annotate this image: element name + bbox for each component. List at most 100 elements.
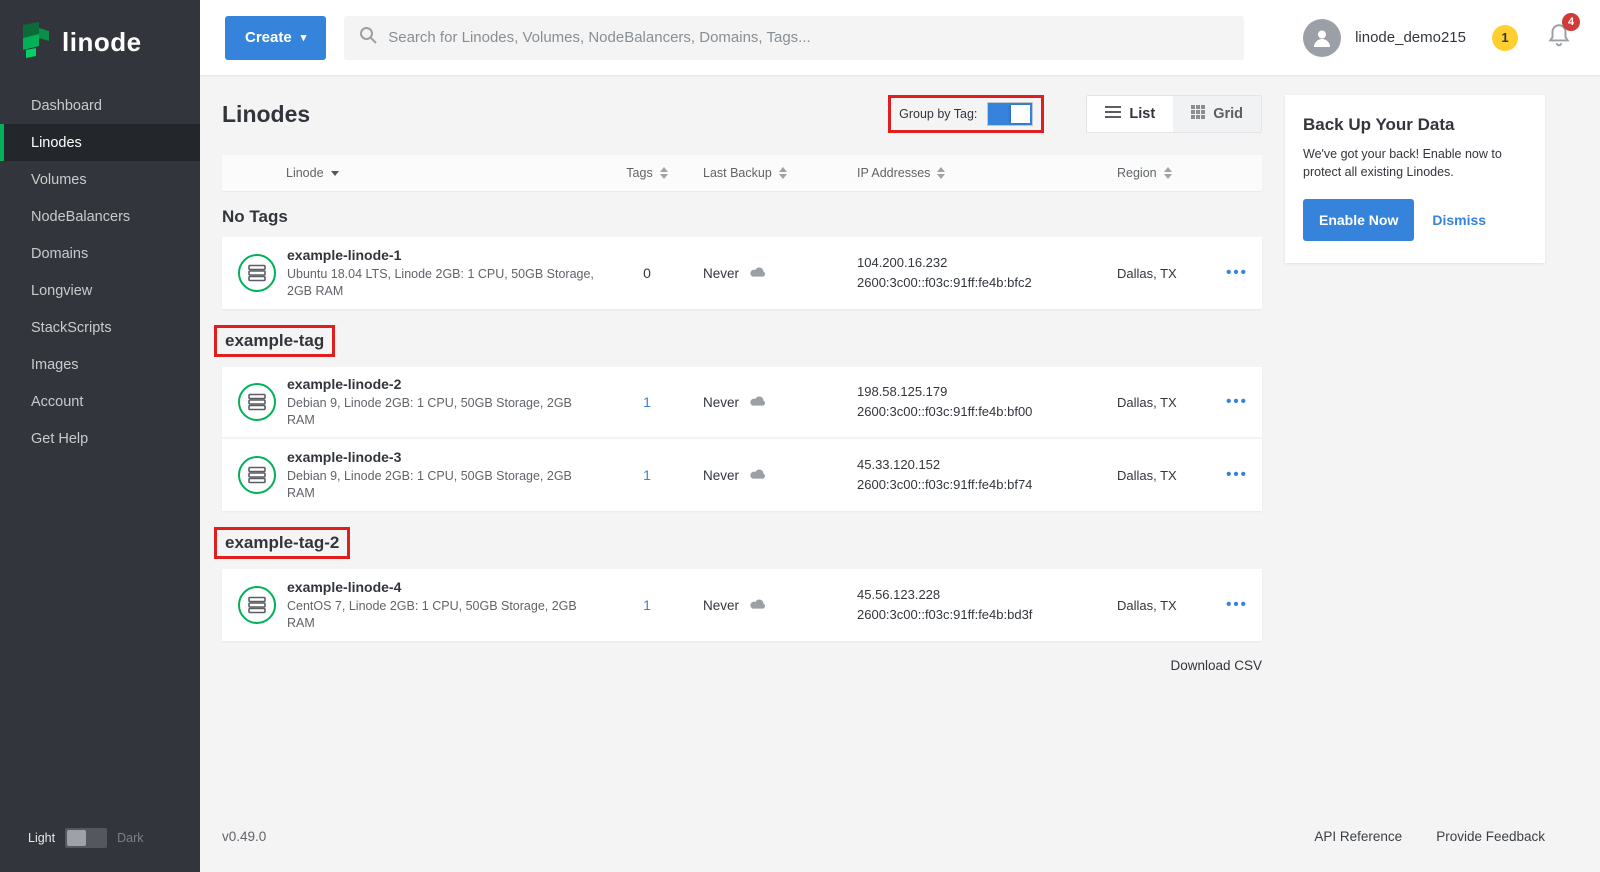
row-actions-menu-button[interactable]: •••: [1226, 596, 1248, 613]
app-version: v0.49.0: [222, 829, 266, 844]
list-icon: [1105, 105, 1121, 123]
backup-cloud-icon: [748, 394, 768, 411]
sidebar-item-linodes[interactable]: Linodes: [0, 124, 200, 161]
search-input[interactable]: [388, 29, 1230, 46]
column-header-last-backup[interactable]: Last Backup: [677, 166, 857, 180]
row-actions-menu-button[interactable]: •••: [1226, 393, 1248, 410]
ipv6-address: 2600:3c00::f03c:91ff:fe4b:bf00: [857, 402, 1117, 422]
row-actions-menu-button[interactable]: •••: [1226, 466, 1248, 483]
grid-view-label: Grid: [1213, 106, 1243, 122]
backup-card-title: Back Up Your Data: [1303, 115, 1527, 135]
table-row[interactable]: example-linode-2 Debian 9, Linode 2GB: 1…: [222, 367, 1262, 439]
ipv4-address: 198.58.125.179: [857, 382, 1117, 402]
theme-toggle-switch[interactable]: [65, 828, 107, 848]
grid-view-button[interactable]: Grid: [1173, 96, 1261, 132]
tag-group-no-tags: No Tags example-linode-1 Ubuntu 18.04 LT…: [222, 191, 1262, 309]
linode-name-link[interactable]: example-linode-3: [287, 449, 602, 465]
ticket-badge[interactable]: 1: [1492, 25, 1518, 51]
linode-specs: Debian 9, Linode 2GB: 1 CPU, 50GB Storag…: [287, 395, 602, 429]
notifications-bell[interactable]: 4: [1546, 22, 1572, 53]
sidebar-item-label: Volumes: [31, 172, 87, 188]
sidebar-item-label: NodeBalancers: [31, 209, 130, 225]
topbar: Create ▾ linode_demo215 1 4: [200, 0, 1600, 75]
view-toggle: List Grid: [1086, 95, 1262, 133]
linode-entity-icon: [238, 254, 276, 292]
last-backup-value: Never: [703, 598, 739, 613]
logo-wordmark: linode: [62, 27, 142, 58]
api-reference-link[interactable]: API Reference: [1314, 829, 1402, 844]
region: Dallas, TX: [1117, 395, 1212, 410]
column-header-ip-addresses[interactable]: IP Addresses: [857, 166, 1117, 180]
grid-icon: [1191, 105, 1205, 123]
linode-specs: Ubuntu 18.04 LTS, Linode 2GB: 1 CPU, 50G…: [287, 266, 602, 300]
sidebar-item-volumes[interactable]: Volumes: [0, 161, 200, 198]
user-cluster: linode_demo215 1 4: [1303, 19, 1600, 57]
linode-name-link[interactable]: example-linode-1: [287, 247, 602, 263]
tags-count-link[interactable]: 1: [643, 394, 651, 410]
backup-card-body: We've got your back! Enable now to prote…: [1303, 145, 1527, 181]
linode-name-link[interactable]: example-linode-2: [287, 376, 602, 392]
linode-entity-icon: [238, 586, 276, 624]
sidebar-item-stackscripts[interactable]: StackScripts: [0, 309, 200, 346]
group-by-tag-toggle[interactable]: [987, 102, 1033, 126]
linode-name-link[interactable]: example-linode-4: [287, 579, 602, 595]
column-header-label: Linode: [286, 166, 324, 180]
dismiss-backups-button[interactable]: Dismiss: [1432, 212, 1486, 228]
tags-count: 0: [643, 265, 651, 281]
column-header-tags[interactable]: Tags: [617, 166, 677, 180]
linode-logo-icon: [20, 22, 52, 63]
sidebar-item-dashboard[interactable]: Dashboard: [0, 87, 200, 124]
column-header-label: IP Addresses: [857, 166, 930, 180]
sidebar-item-label: Linodes: [31, 135, 82, 151]
backup-cloud-icon: [748, 467, 768, 484]
user-avatar[interactable]: [1303, 19, 1341, 57]
last-backup-value: Never: [703, 468, 739, 483]
page-title: Linodes: [222, 101, 310, 128]
linode-logo[interactable]: linode: [0, 0, 200, 87]
column-header-region[interactable]: Region: [1117, 166, 1212, 180]
sidebar-item-images[interactable]: Images: [0, 346, 200, 383]
provide-feedback-link[interactable]: Provide Feedback: [1436, 829, 1545, 844]
region: Dallas, TX: [1117, 468, 1212, 483]
sidebar-item-account[interactable]: Account: [0, 383, 200, 420]
backup-cloud-icon: [748, 265, 768, 282]
table-row[interactable]: example-linode-4 CentOS 7, Linode 2GB: 1…: [222, 569, 1262, 641]
tags-count-link[interactable]: 1: [643, 597, 651, 613]
sort-icon: [779, 167, 787, 179]
list-view-label: List: [1129, 106, 1155, 122]
sidebar-item-domains[interactable]: Domains: [0, 235, 200, 272]
table-row[interactable]: example-linode-1 Ubuntu 18.04 LTS, Linod…: [222, 237, 1262, 309]
list-view-button[interactable]: List: [1087, 96, 1173, 132]
sidebar-item-label: Dashboard: [31, 98, 102, 114]
sidebar-item-label: Images: [31, 357, 79, 373]
notification-count-badge: 4: [1562, 13, 1580, 31]
tag-group-example-tag-2: example-tag-2 example-linode-4 CentOS 7,…: [222, 511, 1262, 641]
last-backup-value: Never: [703, 266, 739, 281]
sidebar-item-nodebalancers[interactable]: NodeBalancers: [0, 198, 200, 235]
tag-group-heading: No Tags: [222, 207, 288, 227]
sidebar: linode Dashboard Linodes Volumes NodeBal…: [0, 0, 200, 872]
row-actions-menu-button[interactable]: •••: [1226, 264, 1248, 281]
table-row[interactable]: example-linode-3 Debian 9, Linode 2GB: 1…: [222, 439, 1262, 511]
tags-count-link[interactable]: 1: [643, 467, 651, 483]
username[interactable]: linode_demo215: [1355, 29, 1466, 46]
annotation-box-group-by-tag: Group by Tag:: [888, 95, 1044, 133]
backup-promo-card: Back Up Your Data We've got your back! E…: [1285, 95, 1545, 263]
sidebar-item-get-help[interactable]: Get Help: [0, 420, 200, 457]
sidebar-item-label: StackScripts: [31, 320, 112, 336]
sort-icon: [660, 167, 668, 179]
column-header-label: Region: [1117, 166, 1157, 180]
column-header-linode[interactable]: Linode: [222, 166, 617, 180]
ipv6-address: 2600:3c00::f03c:91ff:fe4b:bf74: [857, 475, 1117, 495]
download-csv-link[interactable]: Download CSV: [1170, 658, 1262, 673]
create-button-label: Create: [245, 29, 292, 46]
tag-group-heading-annotated: example-tag: [214, 325, 335, 357]
enable-backups-button[interactable]: Enable Now: [1303, 199, 1414, 241]
bell-icon: [1546, 35, 1572, 52]
sidebar-item-longview[interactable]: Longview: [0, 272, 200, 309]
ipv6-address: 2600:3c00::f03c:91ff:fe4b:bd3f: [857, 605, 1117, 625]
last-backup-value: Never: [703, 395, 739, 410]
region: Dallas, TX: [1117, 266, 1212, 281]
create-button[interactable]: Create ▾: [225, 16, 326, 60]
footer: v0.49.0 API Reference Provide Feedback: [222, 829, 1545, 844]
